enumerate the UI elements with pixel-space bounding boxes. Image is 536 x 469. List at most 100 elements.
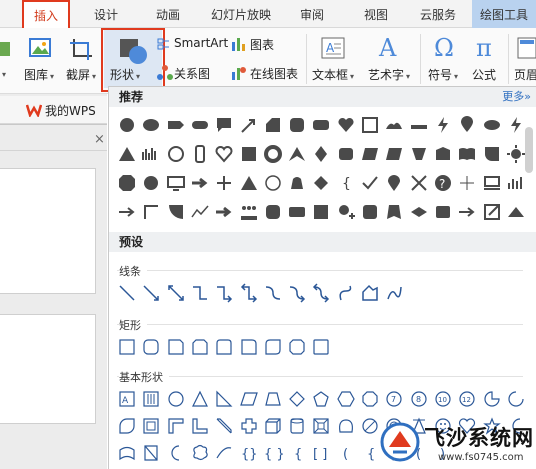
shape-option-icon[interactable]: [141, 173, 161, 193]
shape-option-icon[interactable]: [214, 337, 234, 357]
shape-option-icon[interactable]: [117, 443, 137, 463]
shape-option-icon[interactable]: [384, 115, 404, 135]
shape-option-icon[interactable]: [384, 202, 404, 222]
shape-option-icon[interactable]: [141, 389, 161, 409]
shape-option-icon[interactable]: [166, 173, 186, 193]
shape-option-icon[interactable]: [457, 144, 477, 164]
tab-cloud[interactable]: 云服务: [414, 0, 462, 28]
shape-option-icon[interactable]: [287, 283, 307, 303]
shape-option-icon[interactable]: [214, 443, 234, 463]
shape-option-icon[interactable]: [141, 202, 161, 222]
shape-option-icon[interactable]: [506, 389, 526, 409]
shape-option-icon[interactable]: [166, 144, 186, 164]
shape-option-icon[interactable]: [360, 115, 380, 135]
shape-option-icon[interactable]: [311, 173, 331, 193]
shape-option-icon[interactable]: [482, 389, 502, 409]
shape-option-icon[interactable]: [263, 144, 283, 164]
shape-option-icon[interactable]: [336, 416, 356, 436]
shape-option-icon[interactable]: [311, 337, 331, 357]
shape-option-icon[interactable]: [263, 416, 283, 436]
shape-option-icon[interactable]: [311, 416, 331, 436]
shape-option-icon[interactable]: [384, 283, 404, 303]
shape-option-icon[interactable]: 12: [457, 389, 477, 409]
shape-option-icon[interactable]: [141, 115, 161, 135]
shape-option-icon[interactable]: [263, 115, 283, 135]
shape-option-icon[interactable]: [166, 443, 186, 463]
shape-option-icon[interactable]: [214, 202, 234, 222]
shape-option-icon[interactable]: A: [117, 389, 137, 409]
close-pane-icon[interactable]: ×: [94, 132, 105, 147]
shape-option-icon[interactable]: [336, 115, 356, 135]
shape-option-icon[interactable]: [506, 173, 526, 193]
wps-home-tab[interactable]: 我的WPS: [0, 96, 107, 124]
shape-option-icon[interactable]: [409, 144, 429, 164]
shape-option-icon[interactable]: [141, 144, 161, 164]
shape-option-icon[interactable]: [117, 202, 137, 222]
shape-option-icon[interactable]: [457, 173, 477, 193]
shape-option-icon[interactable]: [166, 283, 186, 303]
shape-option-icon[interactable]: 10: [433, 389, 453, 409]
shape-option-icon[interactable]: [384, 173, 404, 193]
shape-option-icon[interactable]: [117, 144, 137, 164]
shape-option-icon[interactable]: [166, 416, 186, 436]
shape-option-icon[interactable]: [360, 283, 380, 303]
shape-option-icon[interactable]: [ ]: [311, 443, 331, 463]
shape-option-icon[interactable]: [311, 283, 331, 303]
shape-option-icon[interactable]: [360, 202, 380, 222]
shape-option-icon[interactable]: [311, 115, 331, 135]
shape-option-icon[interactable]: [360, 173, 380, 193]
shape-option-icon[interactable]: [287, 115, 307, 135]
shape-option-icon[interactable]: {: [287, 443, 307, 463]
shape-option-icon[interactable]: [384, 144, 404, 164]
shape-option-icon[interactable]: [336, 202, 356, 222]
shape-option-icon[interactable]: [287, 202, 307, 222]
shape-option-icon[interactable]: [166, 115, 186, 135]
shape-option-icon[interactable]: [190, 416, 210, 436]
shape-option-icon[interactable]: [239, 389, 259, 409]
shape-option-icon[interactable]: [506, 144, 526, 164]
shape-option-icon[interactable]: [190, 389, 210, 409]
shape-option-icon[interactable]: [360, 144, 380, 164]
shape-option-icon[interactable]: [311, 144, 331, 164]
shape-option-icon[interactable]: [239, 173, 259, 193]
shape-option-icon[interactable]: [141, 416, 161, 436]
shape-option-icon[interactable]: [482, 144, 502, 164]
shape-option-icon[interactable]: [457, 115, 477, 135]
shape-option-icon[interactable]: [287, 389, 307, 409]
shape-option-icon[interactable]: [482, 115, 502, 135]
shape-option-icon[interactable]: [287, 173, 307, 193]
shape-option-icon[interactable]: [214, 389, 234, 409]
shape-option-icon[interactable]: 7: [384, 389, 404, 409]
shape-option-icon[interactable]: [190, 283, 210, 303]
tab-design[interactable]: 设计: [86, 0, 126, 28]
shape-option-icon[interactable]: [263, 283, 283, 303]
shape-option-icon[interactable]: [214, 416, 234, 436]
shape-option-icon[interactable]: {}: [239, 443, 259, 463]
shape-option-icon[interactable]: {: [336, 173, 356, 193]
shape-option-icon[interactable]: [166, 337, 186, 357]
shape-option-icon[interactable]: [409, 115, 429, 135]
shape-option-icon[interactable]: [190, 202, 210, 222]
shape-option-icon[interactable]: [239, 337, 259, 357]
shape-option-icon[interactable]: [190, 337, 210, 357]
shape-option-icon[interactable]: [311, 202, 331, 222]
shape-option-icon[interactable]: [239, 283, 259, 303]
shape-option-icon[interactable]: [190, 443, 210, 463]
shape-option-icon[interactable]: [409, 202, 429, 222]
shape-option-icon[interactable]: 8: [409, 389, 429, 409]
shape-option-icon[interactable]: [311, 389, 331, 409]
shape-option-icon[interactable]: [360, 389, 380, 409]
shape-option-icon[interactable]: [433, 115, 453, 135]
shape-option-icon[interactable]: [263, 337, 283, 357]
shape-option-icon[interactable]: [239, 115, 259, 135]
shape-option-icon[interactable]: { }: [263, 443, 285, 463]
tab-slideshow[interactable]: 幻灯片放映: [206, 0, 276, 28]
shape-option-icon[interactable]: [214, 144, 234, 164]
shape-option-icon[interactable]: [336, 389, 356, 409]
shape-option-icon[interactable]: [433, 144, 453, 164]
more-link[interactable]: 更多»: [502, 87, 531, 107]
shape-option-icon[interactable]: [506, 202, 526, 222]
shape-option-icon[interactable]: [457, 202, 477, 222]
shape-option-icon[interactable]: [166, 202, 186, 222]
shape-option-icon[interactable]: [117, 173, 137, 193]
